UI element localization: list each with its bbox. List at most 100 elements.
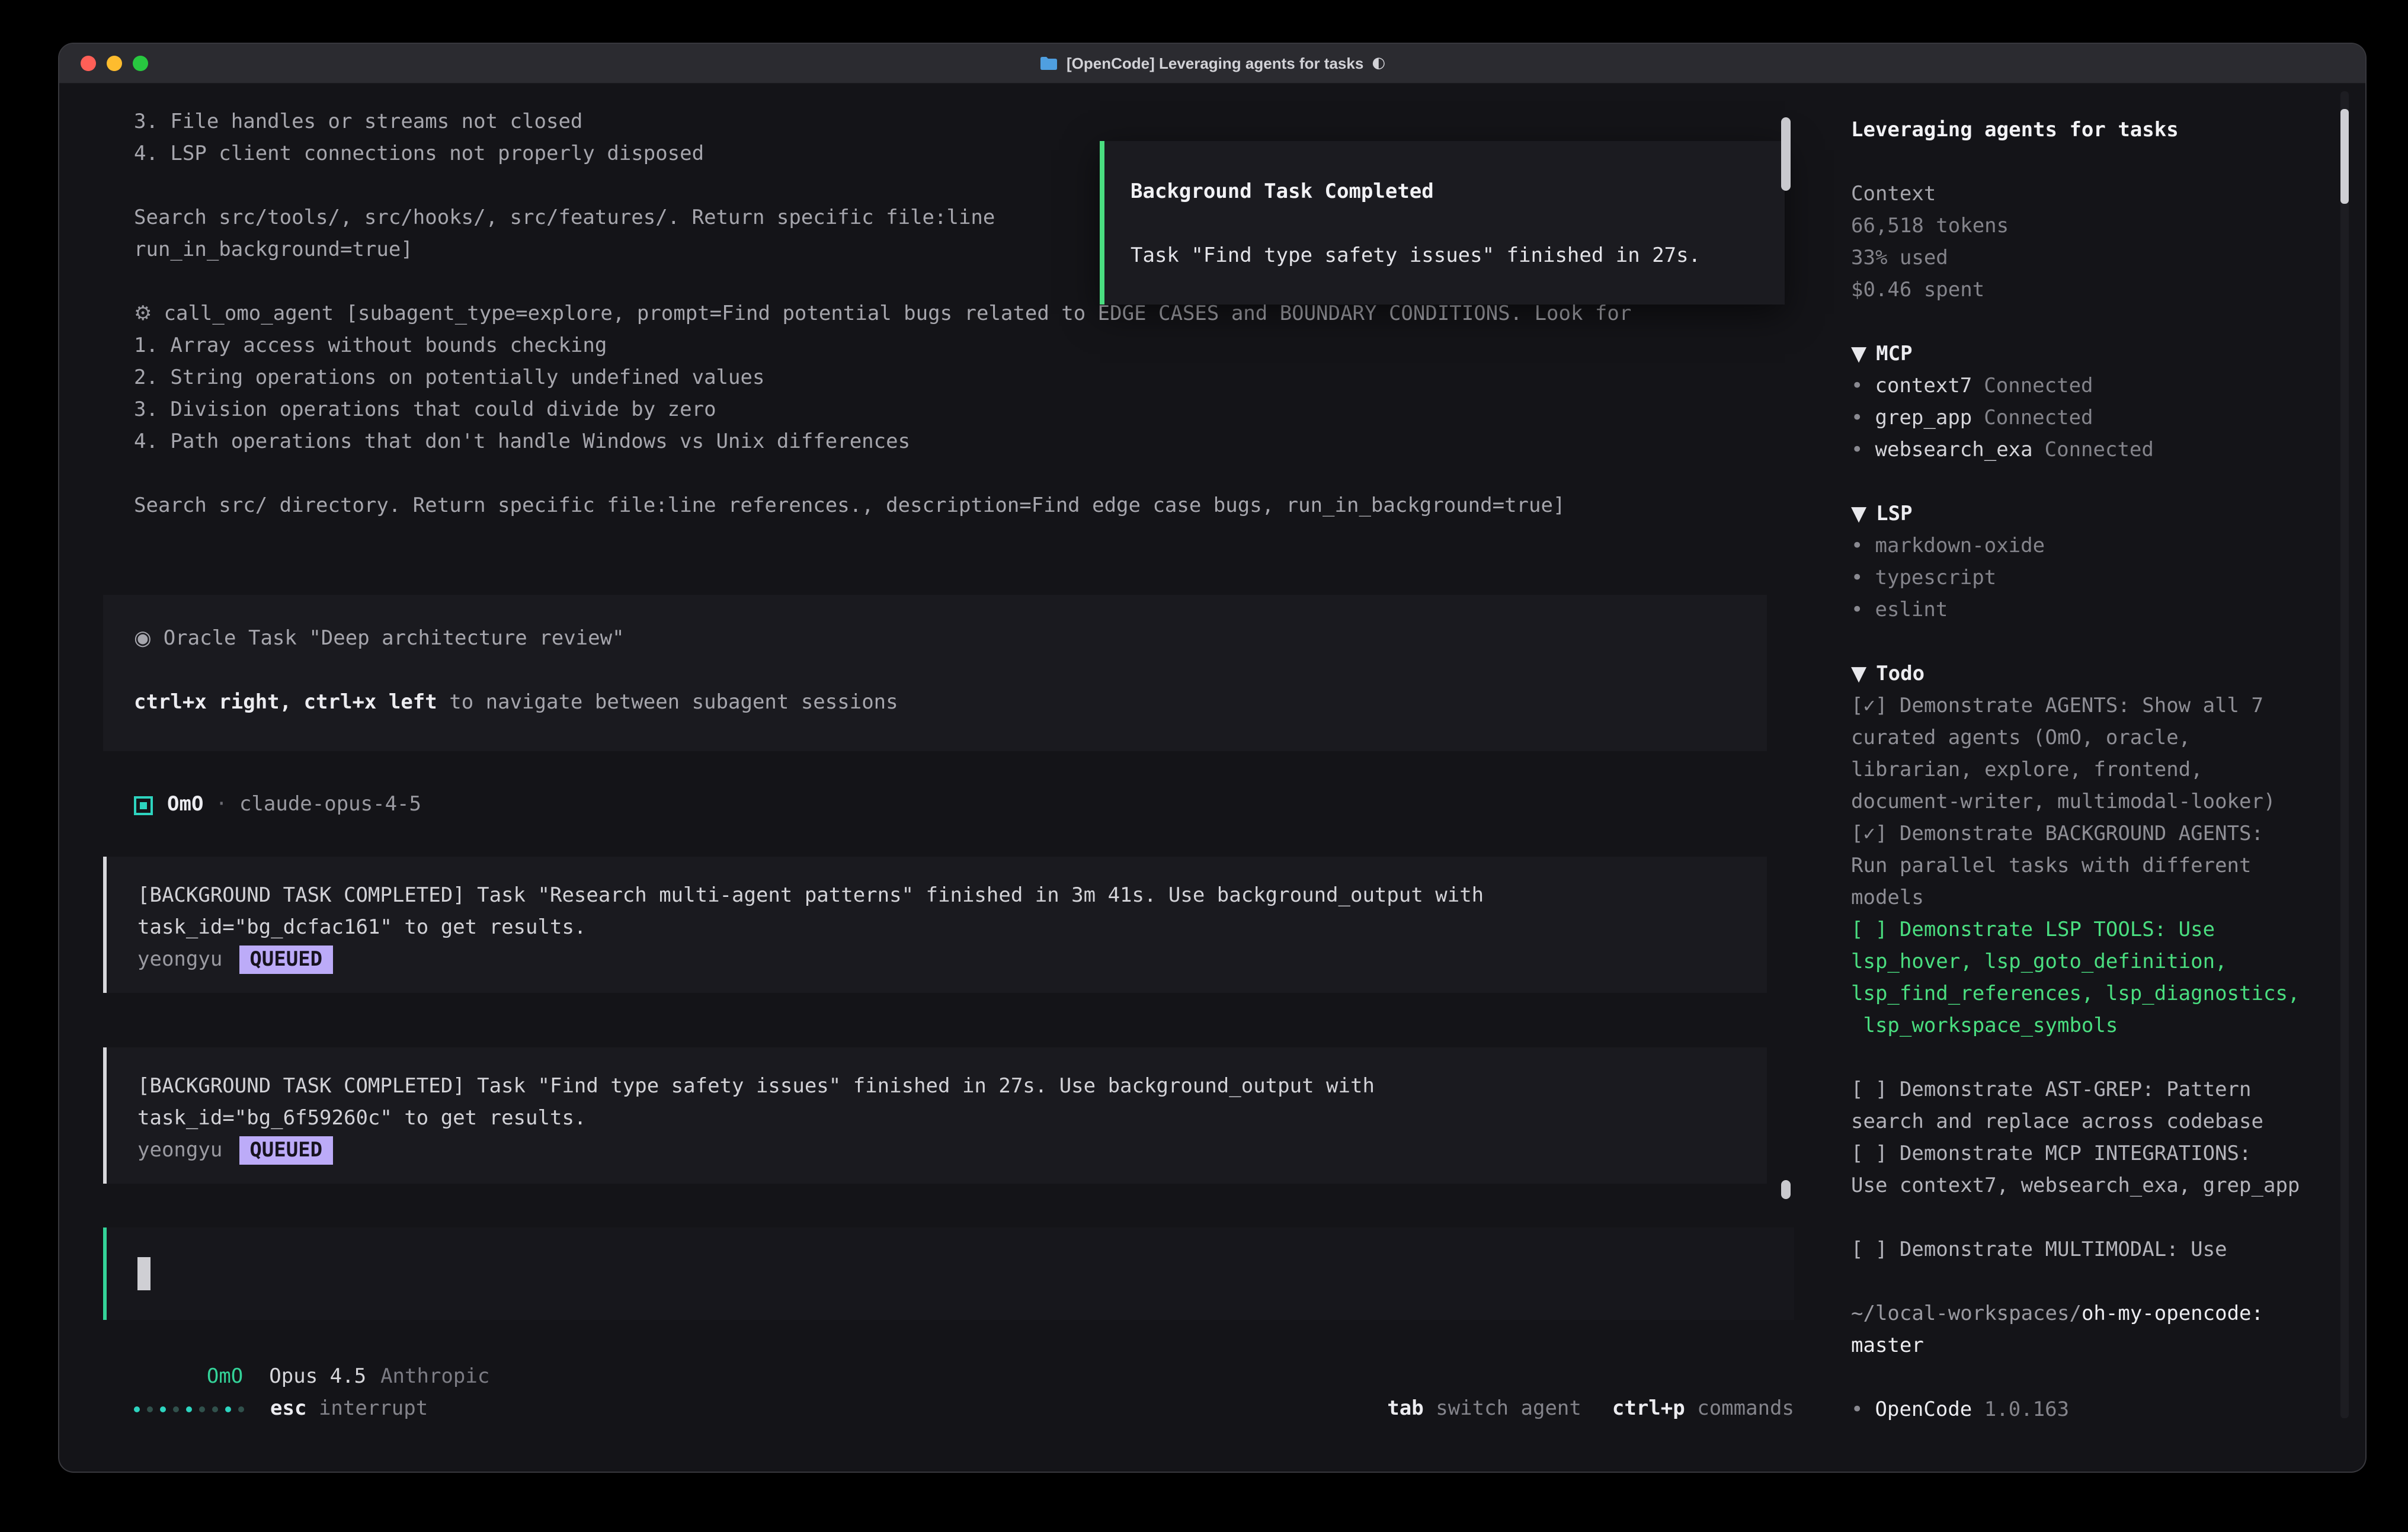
ctrlp-label: commands: [1697, 1397, 1794, 1421]
esc-label: [306, 1393, 319, 1425]
sidebar-scrollbar-thumb[interactable]: [2340, 109, 2349, 204]
oracle-task-title: ◉Oracle Task "Deep architecture review": [134, 623, 1767, 655]
oracle-hint-text: to navigate between subagent sessions: [437, 691, 898, 714]
sidebar: Leveraging agents for tasks Context 66,5…: [1827, 83, 2365, 1472]
ctrlp-key: ctrl+p: [1612, 1397, 1685, 1421]
background-task-message: [BACKGROUND TASK COMPLETED] Task "Resear…: [103, 857, 1767, 993]
lsp-item: • markdown-oxide: [1851, 531, 2325, 563]
status-badge: QUEUED: [239, 946, 333, 974]
workspace-dir: ~/local-workspaces/: [1851, 1302, 2082, 1326]
composer-model-line: OmOOpus 4.5Anthropic: [134, 1329, 489, 1361]
lsp-item: • eslint: [1851, 595, 2325, 627]
message-user: yeongyu: [137, 948, 222, 972]
todo-line: models: [1851, 883, 2325, 915]
tool-call-text: call_omo_agent [subagent_type=explore, p…: [164, 302, 1632, 326]
todo-line: [ ] Demonstrate MULTIMODAL: Use: [1851, 1235, 2325, 1267]
status-right: tab switch agent ctrl+p commands: [1356, 1393, 1794, 1425]
minimize-button[interactable]: [107, 56, 122, 71]
agent-session-header: OmO · claude-opus-4-5: [134, 789, 421, 821]
message-meta: yeongyuQUEUED: [137, 1135, 1767, 1167]
todo-line: Run parallel tasks with different: [1851, 851, 2325, 883]
window-title-text: [OpenCode] Leveraging agents for tasks: [1067, 55, 1363, 72]
todo-line-active: lsp_find_references, lsp_diagnostics,: [1851, 979, 2325, 1011]
composer-model: Opus 4.5: [269, 1365, 366, 1389]
message-user: yeongyu: [137, 1139, 222, 1162]
todo-line: search and replace across codebase: [1851, 1107, 2325, 1139]
background-task-message: [BACKGROUND TASK COMPLETED] Task "Find t…: [103, 1047, 1767, 1184]
todo-heading: Todo: [1876, 662, 1925, 686]
bullet-icon: •: [1851, 566, 1863, 590]
tool-call-item: 4. Path operations that don't handle Win…: [134, 427, 1631, 459]
todo-line: [✓] Demonstrate BACKGROUND AGENTS:: [1851, 819, 2325, 851]
mcp-status: Connected: [2045, 438, 2154, 462]
agent-name: OmO: [167, 789, 203, 821]
chevron-down-icon: ▼: [1851, 662, 1866, 686]
sidebar-scrollbar-track[interactable]: [2340, 91, 2349, 1418]
opencode-terminal-window: [OpenCode] Leveraging agents for tasks ◐…: [59, 44, 2365, 1472]
message-line: [BACKGROUND TASK COMPLETED] Task "Find t…: [137, 1071, 1767, 1103]
prompt-input[interactable]: [103, 1227, 1794, 1320]
lsp-item: • typescript: [1851, 563, 2325, 595]
bullet-icon: •: [1851, 598, 1863, 622]
message-meta: yeongyu QUEUED: [137, 944, 1767, 976]
close-button[interactable]: [81, 56, 96, 71]
tool-call-item: 1. Array access without bounds checking: [134, 331, 1631, 363]
lsp-name: typescript: [1875, 566, 1997, 590]
toast-title: Background Task Completed: [1131, 177, 1785, 209]
mcp-name: websearch_exa: [1875, 438, 2033, 462]
main-scrollbar-marker[interactable]: [1781, 1180, 1791, 1199]
separator-dot: ·: [215, 789, 228, 821]
app-version: 1.0.163: [1984, 1398, 2069, 1422]
todo-line-active: lsp_workspace_symbols: [1851, 1011, 2325, 1043]
composer-agent: OmO: [207, 1365, 243, 1389]
mcp-heading: MCP: [1876, 342, 1912, 366]
workspace-repo: oh-my-opencode:: [2082, 1302, 2263, 1326]
lsp-name: markdown-oxide: [1875, 534, 2045, 558]
oracle-task-panel: ◉Oracle Task "Deep architecture review" …: [103, 595, 1767, 751]
message-line: task_id="bg_6f59260c" to get results.: [137, 1103, 1767, 1135]
ctrlp-shortcut: ctrl+p commands: [1612, 1393, 1794, 1425]
todo-line: librarian, explore, frontend,: [1851, 755, 2325, 787]
background-task-toast[interactable]: Background Task Completed Task "Find typ…: [1100, 141, 1785, 305]
esc-label-text: interrupt: [319, 1393, 428, 1425]
agent-checkbox-icon: [134, 796, 153, 815]
text-cursor: [137, 1257, 150, 1290]
mcp-section-header[interactable]: ▼ MCP: [1851, 339, 2325, 371]
bullet-icon: •: [1851, 438, 1863, 462]
oracle-hint: ctrl+x right, ctrl+x left to navigate be…: [134, 687, 1767, 719]
todo-line: [ ] Demonstrate AST-GREP: Pattern: [1851, 1075, 2325, 1107]
mcp-status: Connected: [1984, 406, 2093, 430]
mcp-item: •grep_appConnected: [1851, 403, 2325, 435]
main-scrollbar-thumb[interactable]: [1781, 117, 1791, 191]
chevron-down-icon: ▼: [1851, 342, 1866, 366]
bullet-icon: •: [1851, 406, 1863, 430]
bullet-icon: •: [1851, 534, 1863, 558]
todo-section-header[interactable]: ▼ Todo: [1851, 659, 2325, 691]
oracle-title-text: Oracle Task "Deep architecture review": [164, 627, 625, 650]
lsp-name: eslint: [1875, 598, 1948, 622]
esc-key: esc: [270, 1393, 306, 1425]
zoom-button[interactable]: [133, 56, 148, 71]
bullet-icon: •: [1851, 1398, 1863, 1422]
tool-call-item: 2. String operations on potentially unde…: [134, 363, 1631, 395]
titlebar: [OpenCode] Leveraging agents for tasks ◐: [59, 44, 2365, 84]
bullet-icon: •: [1851, 374, 1863, 398]
sidebar-title: Leveraging agents for tasks: [1851, 115, 2325, 147]
agent-model: claude-opus-4-5: [239, 789, 421, 821]
toast-body: Task "Find type safety issues" finished …: [1131, 241, 1785, 273]
tool-call-tail: Search src/ directory. Return specific f…: [134, 491, 1631, 523]
lsp-section-header[interactable]: ▼LSP: [1851, 499, 2325, 531]
window-title: [OpenCode] Leveraging agents for tasks ◐: [1039, 55, 1385, 72]
todo-line-active: lsp_hover, lsp_goto_definition,: [1851, 947, 2325, 979]
todo-line-active: [ ] Demonstrate LSP TOOLS: Use: [1851, 915, 2325, 947]
spinner-icon: [134, 1406, 244, 1412]
terminal-line: 3. File handles or streams not closed: [134, 107, 1631, 139]
context-tokens: 66,518 tokens: [1851, 211, 2325, 243]
tab-label: switch agent: [1436, 1397, 1581, 1421]
todo-line: document-writer, multimodal-looker): [1851, 787, 2325, 819]
todo-line: curated agents (OmO, oracle,: [1851, 723, 2325, 755]
todo-line: [ ] Demonstrate MCP INTEGRATIONS:: [1851, 1139, 2325, 1171]
mcp-status: Connected: [1984, 374, 2093, 398]
progress-icon: ◐: [1372, 55, 1385, 72]
app-version-line: •OpenCode 1.0.163: [1851, 1395, 2325, 1427]
